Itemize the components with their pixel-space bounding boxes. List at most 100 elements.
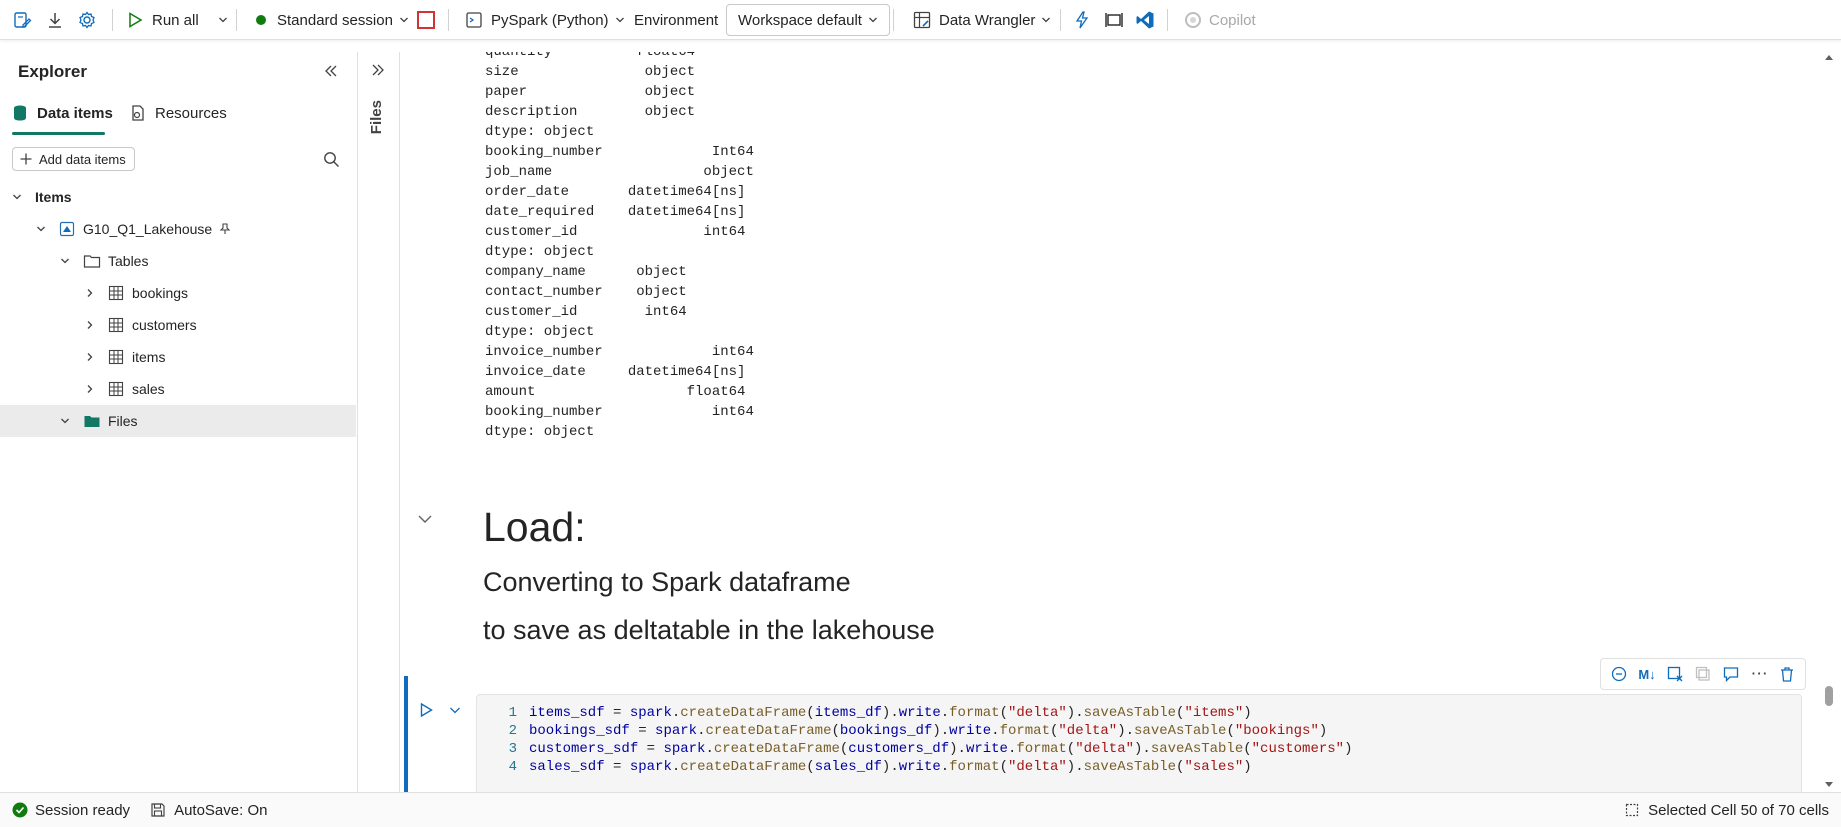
tree-items-root[interactable]: Items <box>0 181 356 213</box>
code-line: 2 bookings_sdf = spark. createDataFrame(b… <box>477 723 1328 741</box>
tree-tables-folder[interactable]: Tables <box>0 245 356 277</box>
output-line: amount float64 <box>485 384 746 400</box>
code-format: "delta" <box>1007 759 1067 775</box>
tree-tables-label: Tables <box>108 253 149 269</box>
run-all-button[interactable]: Run all <box>126 0 199 40</box>
run-cell-button[interactable] <box>418 702 434 718</box>
workspace-selector[interactable]: Workspace default <box>726 4 890 36</box>
chevron-right-icon <box>87 289 93 297</box>
output-line: description object <box>485 104 696 120</box>
add-data-items-label: Add data items <box>39 151 126 167</box>
data-wrangler-button[interactable]: Data Wrangler <box>912 0 1051 40</box>
play-icon <box>420 702 433 718</box>
lakehouse-icon <box>59 221 75 237</box>
active-cell-indicator <box>404 676 408 796</box>
chevron-down-icon <box>219 17 227 23</box>
environment-button[interactable]: Environment <box>634 0 718 40</box>
output-line: job_name object <box>485 164 754 180</box>
files-panel-label[interactable]: Files <box>368 100 385 134</box>
output-line: date_required datetime64[ns] <box>485 204 746 220</box>
search-icon[interactable] <box>323 151 340 168</box>
output-line: dtype: object <box>485 324 595 340</box>
download-icon[interactable] <box>45 0 65 40</box>
collapse-cell-chevron-icon[interactable] <box>416 510 434 528</box>
focus-mode-icon[interactable] <box>1104 0 1124 40</box>
code-df: items_df <box>814 705 882 721</box>
data-wrangler-icon <box>913 11 931 29</box>
chevron-down-icon <box>61 258 69 264</box>
tree-table-item[interactable]: customers <box>0 309 356 341</box>
output-line: contact_number object <box>485 284 687 300</box>
code-format: "delta" <box>1058 723 1118 739</box>
copilot-button[interactable]: Copilot <box>1184 0 1256 40</box>
copilot-label: Copilot <box>1209 11 1256 29</box>
run-cell-options[interactable] <box>448 703 462 717</box>
add-data-items-button[interactable]: Add data items <box>12 147 135 171</box>
notebook-toolbar: Run all Standard session PySpark (Python… <box>0 0 1841 40</box>
tree-table-item[interactable]: bookings <box>0 277 356 309</box>
tab-resources[interactable]: Resources <box>130 104 227 122</box>
scroll-up-arrow[interactable] <box>1823 52 1835 62</box>
tree-table-item[interactable]: sales <box>0 373 356 405</box>
environment-label: Environment <box>634 11 719 29</box>
session-selector[interactable]: Standard session <box>256 0 409 40</box>
table-icon <box>108 349 124 365</box>
tree-items-label: Items <box>35 189 72 205</box>
output-line: dtype: object <box>485 124 595 140</box>
plus-icon <box>20 153 32 165</box>
session-status-dot <box>256 15 266 25</box>
pin-icon[interactable] <box>218 222 232 236</box>
output-line: booking_number Int64 <box>485 144 754 160</box>
stop-session-button[interactable] <box>417 0 435 40</box>
copilot-icon <box>1185 12 1201 28</box>
chevron-down-icon <box>61 418 69 424</box>
chevron-right-icon <box>87 385 93 393</box>
output-line: dtype: object <box>485 244 595 260</box>
code-var: bookings_sdf <box>529 723 630 739</box>
code-cell[interactable]: 1 items_sdf = spark. createDataFrame(item… <box>404 676 1806 796</box>
tree-table-label: bookings <box>132 285 189 301</box>
tab-data-items[interactable]: Data items <box>12 104 113 122</box>
tree-table-label: items <box>132 349 166 365</box>
status-bar: Session ready AutoSave: On Selected Cell… <box>0 792 1841 827</box>
scroll-down-arrow[interactable] <box>1823 780 1835 790</box>
run-all-dropdown[interactable] <box>212 0 228 40</box>
python-language-icon <box>466 12 482 28</box>
code-editor[interactable]: 1 items_sdf = spark. createDataFrame(item… <box>476 694 1802 796</box>
output-line: booking_number int64 <box>485 404 754 420</box>
line-number: 3 <box>508 741 517 757</box>
session-ready-icon <box>12 802 28 818</box>
folder-icon <box>84 416 100 427</box>
output-line: quantity float64 <box>485 52 696 60</box>
table-icon <box>108 317 124 333</box>
tree-table-item[interactable]: items <box>0 341 356 373</box>
code-df: bookings_df <box>839 723 933 739</box>
code-var: sales_sdf <box>529 759 605 775</box>
spark-lightning-icon[interactable] <box>1072 0 1092 40</box>
collapse-panel-icon[interactable] <box>322 62 340 80</box>
output-line: customer_id int64 <box>485 304 687 320</box>
files-collapsed-panel <box>358 52 400 792</box>
notebook-edit-icon[interactable] <box>12 0 32 40</box>
language-selector[interactable]: PySpark (Python) <box>464 0 625 40</box>
code-line: 4 sales_sdf = spark. createDataFrame(sale… <box>477 759 1252 777</box>
line-number: 2 <box>508 723 517 739</box>
code-df: customers_df <box>848 741 950 757</box>
markdown-text: Converting to Spark dataframe <box>483 567 851 597</box>
selected-cell-label: Selected Cell 50 of 70 cells <box>1648 801 1829 819</box>
expand-panel-icon[interactable] <box>370 62 386 78</box>
line-number: 1 <box>508 705 517 721</box>
vscode-icon[interactable] <box>1135 0 1155 40</box>
settings-gear-icon[interactable] <box>77 0 97 40</box>
chevron-down-icon <box>37 226 45 232</box>
chevron-down-icon <box>869 17 877 23</box>
database-icon <box>14 105 26 121</box>
tree-lakehouse[interactable]: G10_Q1_Lakehouse <box>0 213 356 245</box>
markdown-heading: Load: <box>483 504 586 550</box>
session-ready-label: Session ready <box>35 801 131 819</box>
play-icon <box>129 12 143 28</box>
code-line: 3 customers_sdf = spark. createDataFrame(… <box>477 741 1353 759</box>
output-line: company_name object <box>485 264 687 280</box>
vertical-scrollbar-thumb[interactable] <box>1825 686 1833 706</box>
tree-files-folder[interactable]: Files <box>0 405 356 437</box>
